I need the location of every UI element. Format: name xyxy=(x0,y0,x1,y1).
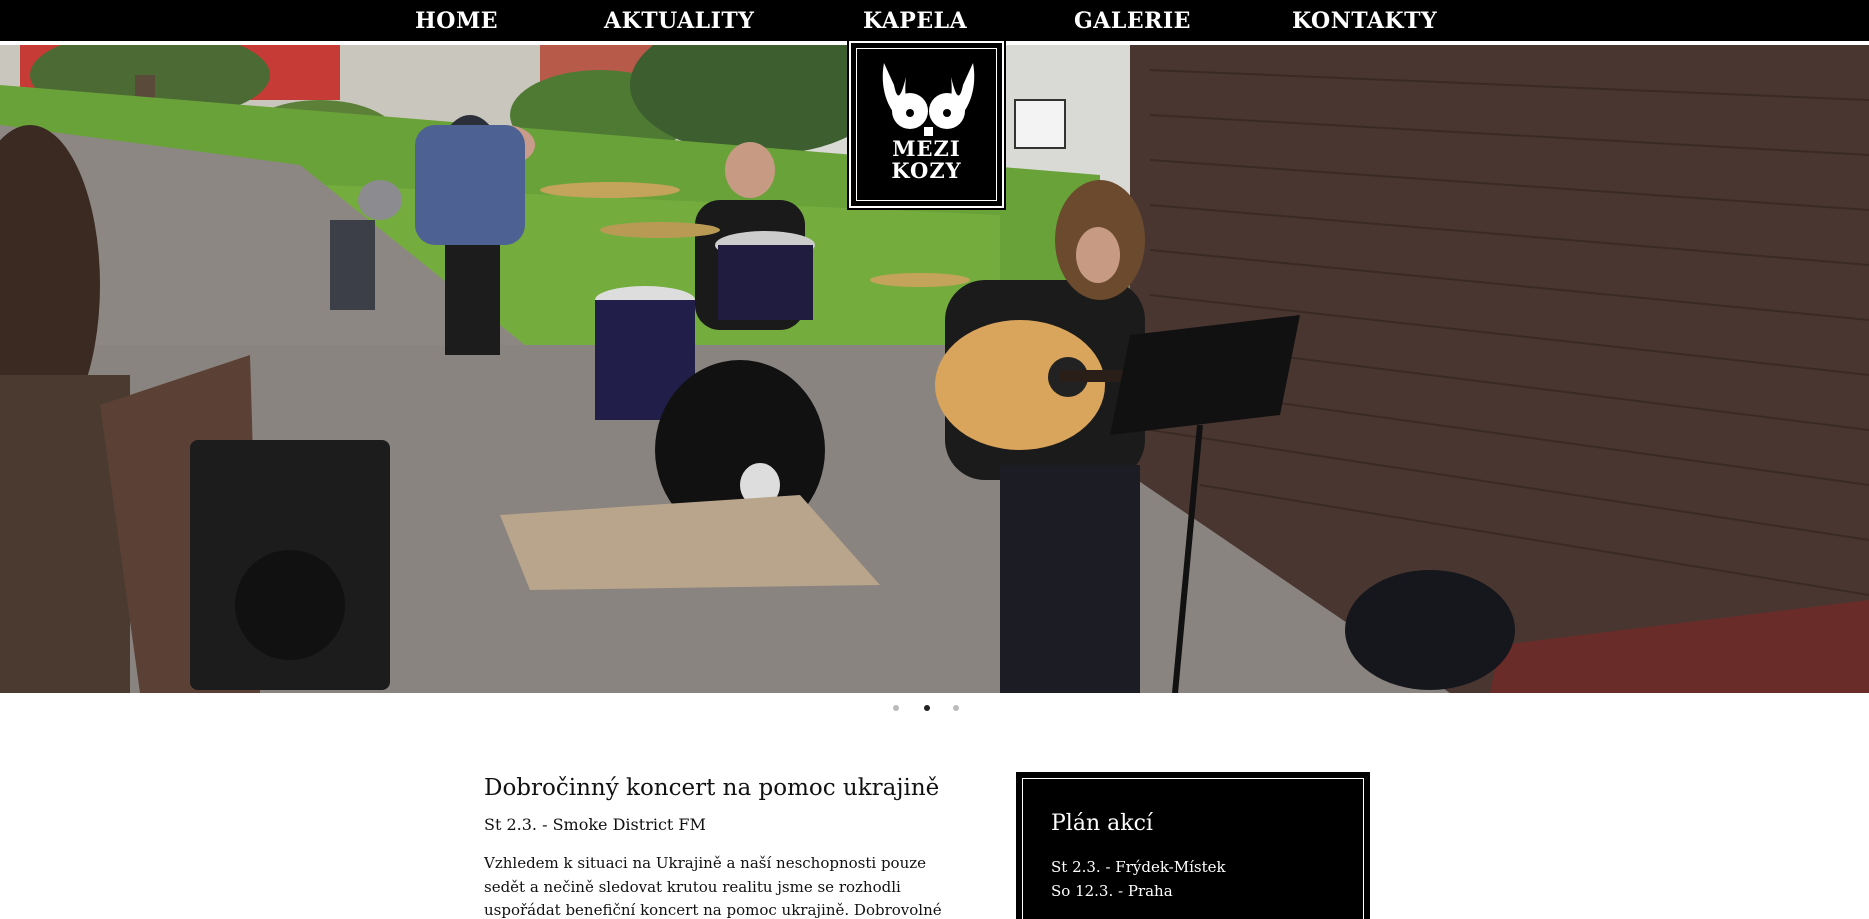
goat-horns-icon xyxy=(882,63,975,136)
event-item[interactable]: St 2.3. - Frýdek-Místek xyxy=(1051,855,1226,879)
band-logo[interactable]: MEZI KOZY xyxy=(847,39,1006,210)
slider-dot-3[interactable] xyxy=(953,705,959,711)
events-list: St 2.3. - Frýdek-Místek So 12.3. - Praha xyxy=(1051,855,1226,903)
article-subtitle: St 2.3. - Smoke District FM xyxy=(484,815,706,834)
logo-text-line1: MEZI xyxy=(892,136,961,161)
article-title: Dobročinný koncert na pomoc ukrajině xyxy=(484,775,940,801)
nav-galerie[interactable]: GALERIE xyxy=(1074,0,1191,43)
nav-kontakty[interactable]: KONTAKTY xyxy=(1292,0,1437,43)
nav-aktuality[interactable]: AKTUALITY xyxy=(604,0,754,43)
slider-dot-1[interactable] xyxy=(893,705,899,711)
article-body: Vzhledem k situaci na Ukrajině a naší ne… xyxy=(484,854,942,919)
events-sidebar: Plán akcí St 2.3. - Frýdek-Místek So 12.… xyxy=(1016,772,1370,919)
sidebar-title: Plán akcí xyxy=(1051,811,1153,836)
slider-dot-2[interactable] xyxy=(924,705,930,711)
nav-kapela[interactable]: KAPELA xyxy=(863,0,967,43)
main-nav: HOME AKTUALITY KAPELA GALERIE KONTAKTY xyxy=(0,0,1869,43)
nav-home[interactable]: HOME xyxy=(415,0,498,43)
news-article: Dobročinný koncert na pomoc ukrajině St … xyxy=(484,772,964,919)
event-item[interactable]: So 12.3. - Praha xyxy=(1051,879,1226,903)
logo-text-line2: KOZY xyxy=(891,158,962,183)
